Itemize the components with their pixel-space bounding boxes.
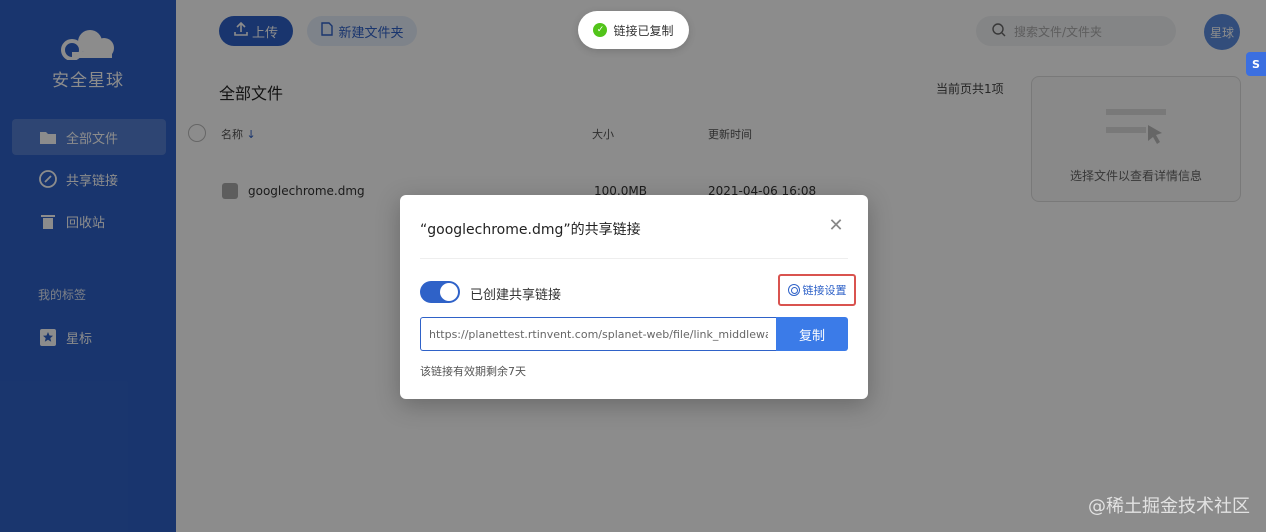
share-link-dialog: “googlechrome.dmg”的共享链接 ✕ 已创建共享链接 链接设置 复… (400, 195, 868, 399)
toast-text: 链接已复制 (613, 23, 674, 38)
copy-button[interactable]: 复制 (776, 317, 848, 351)
expire-note: 该链接有效期剩余7天 (420, 365, 526, 378)
watermark: @稀土掘金技术社区 (1088, 496, 1250, 517)
link-settings-button[interactable]: 链接设置 (778, 274, 856, 306)
link-settings-label: 链接设置 (802, 284, 847, 297)
divider (420, 258, 848, 259)
share-link-toggle[interactable] (420, 281, 460, 303)
floating-badge[interactable]: S (1246, 52, 1266, 76)
dialog-title: “googlechrome.dmg”的共享链接 (420, 222, 641, 238)
gear-icon (787, 284, 800, 296)
close-icon[interactable]: ✕ (828, 217, 844, 235)
toggle-label: 已创建共享链接 (470, 288, 562, 303)
toggle-knob (440, 283, 458, 301)
share-link-field[interactable] (420, 317, 776, 351)
toast: ✓ 链接已复制 (578, 11, 689, 49)
check-circle-icon: ✓ (593, 23, 608, 37)
